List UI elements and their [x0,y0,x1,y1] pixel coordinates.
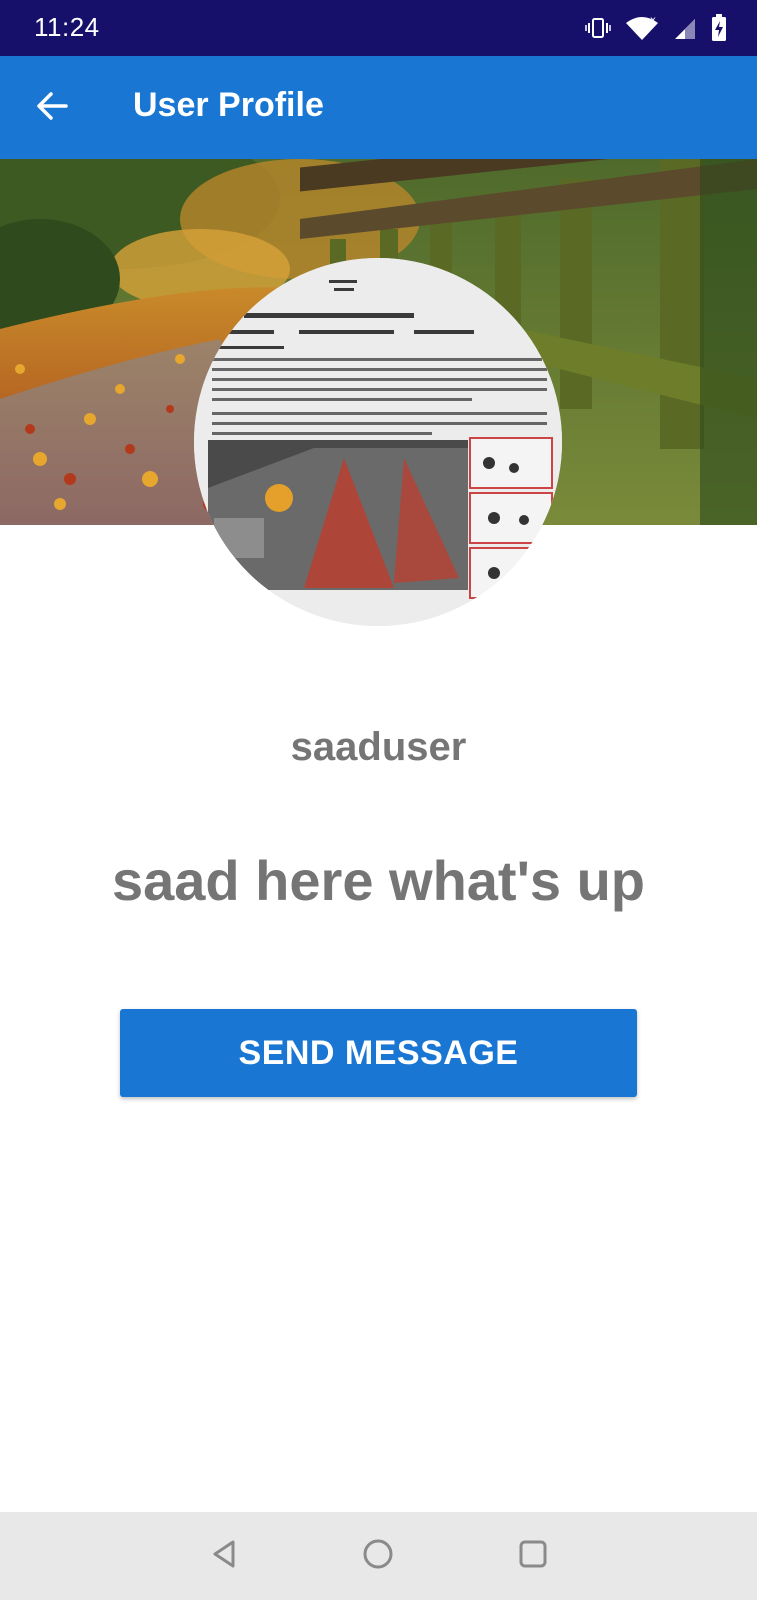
battery-charging-icon [711,14,727,42]
app-bar: User Profile [0,56,757,159]
nav-home-button[interactable] [356,1534,400,1578]
back-triangle-icon [209,1538,241,1575]
svg-text:x: x [650,15,656,26]
username: saaduser [290,725,467,769]
home-circle-icon [361,1537,395,1576]
vibrate-icon [585,15,611,41]
send-message-button[interactable]: SEND MESSAGE [120,1009,637,1097]
back-button[interactable] [28,84,76,132]
avatar[interactable] [194,258,562,626]
status-time: 11:24 [34,12,100,42]
nav-back-button[interactable] [203,1534,247,1578]
status-icons: x [585,12,727,44]
wifi-icon: x [625,15,659,41]
nav-recents-button[interactable] [511,1534,555,1578]
system-nav-bar [0,1512,757,1600]
signal-icon [673,15,697,41]
arrow-back-icon [35,89,69,128]
status-bar: 11:24 x [0,0,757,56]
recents-square-icon [517,1538,549,1575]
page-title: User Profile [133,86,324,124]
profile-status: saad here what's up [111,849,646,912]
